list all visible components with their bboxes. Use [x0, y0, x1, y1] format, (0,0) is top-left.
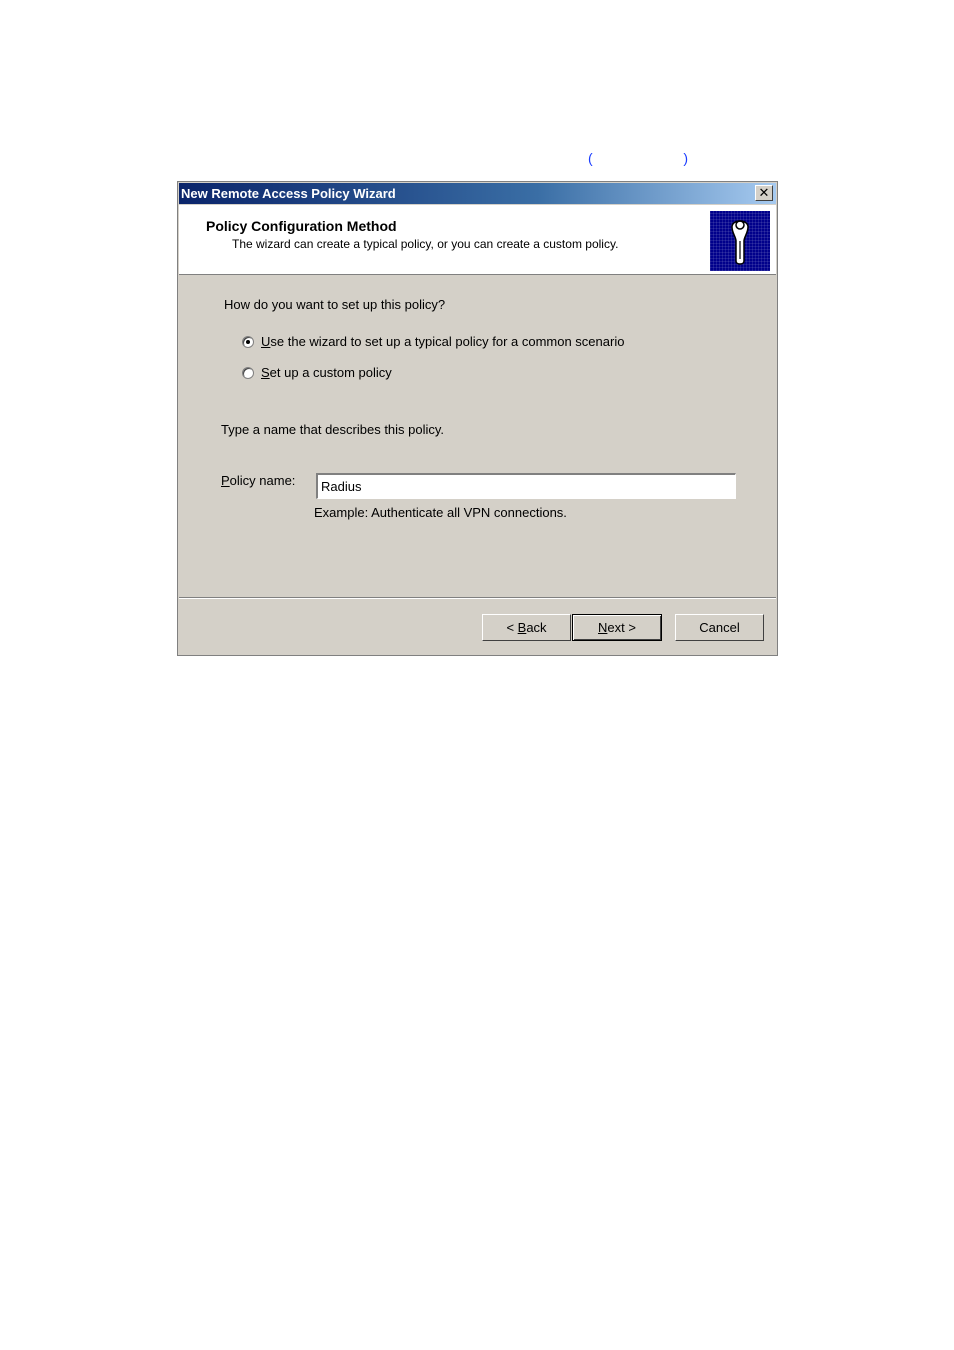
- next-text: ext >: [607, 620, 636, 635]
- footer-divider: [179, 597, 776, 599]
- radio-custom[interactable]: [242, 366, 254, 379]
- policy-name-input[interactable]: [316, 473, 736, 499]
- policy-name-accel: P: [221, 473, 230, 488]
- title-bar[interactable]: New Remote Access Policy Wizard ✕: [179, 183, 776, 204]
- name-prompt: Type a name that describes this policy.: [221, 422, 445, 437]
- back-text: ack: [526, 620, 547, 635]
- option-custom-accel: S: [261, 365, 270, 380]
- wizard-dialog: New Remote Access Policy Wizard ✕ Policy…: [177, 181, 778, 656]
- option-custom[interactable]: Set up a custom policy: [242, 365, 392, 380]
- option-wizard-accel: U: [261, 334, 271, 349]
- option-wizard-text: se the wizard to set up a typical policy…: [270, 334, 625, 349]
- option-wizard[interactable]: Use the wizard to set up a typical polic…: [242, 334, 624, 349]
- radio-wizard[interactable]: [242, 335, 254, 348]
- policy-name-example: Example: Authenticate all VPN connection…: [314, 505, 567, 520]
- back-prefix: <: [506, 620, 518, 635]
- next-accel: N: [598, 620, 608, 635]
- header-subtitle: The wizard can create a typical policy, …: [232, 237, 619, 251]
- policy-name-label-text: olicy name:: [229, 473, 296, 488]
- close-button[interactable]: ✕: [755, 185, 773, 201]
- option-wizard-label[interactable]: Use the wizard to set up a typical polic…: [261, 334, 624, 349]
- back-button[interactable]: < Back: [482, 614, 571, 641]
- header-title: Policy Configuration Method: [206, 218, 397, 234]
- next-button[interactable]: Next >: [572, 614, 662, 641]
- window-title: New Remote Access Policy Wizard: [181, 186, 396, 201]
- policy-name-label: Policy name:: [221, 473, 295, 488]
- paren-open: (: [588, 150, 593, 166]
- cancel-button[interactable]: Cancel: [675, 614, 764, 641]
- remote-access-policy-icon: [710, 211, 770, 271]
- option-custom-text: et up a custom policy: [269, 365, 392, 380]
- setup-question: How do you want to set up this policy?: [224, 297, 446, 312]
- wizard-header: Policy Configuration Method The wizard c…: [179, 205, 776, 275]
- option-custom-label[interactable]: Set up a custom policy: [261, 365, 392, 380]
- page-parentheses: ( ): [588, 150, 688, 170]
- close-icon: ✕: [758, 185, 770, 200]
- paren-close: ): [683, 150, 688, 166]
